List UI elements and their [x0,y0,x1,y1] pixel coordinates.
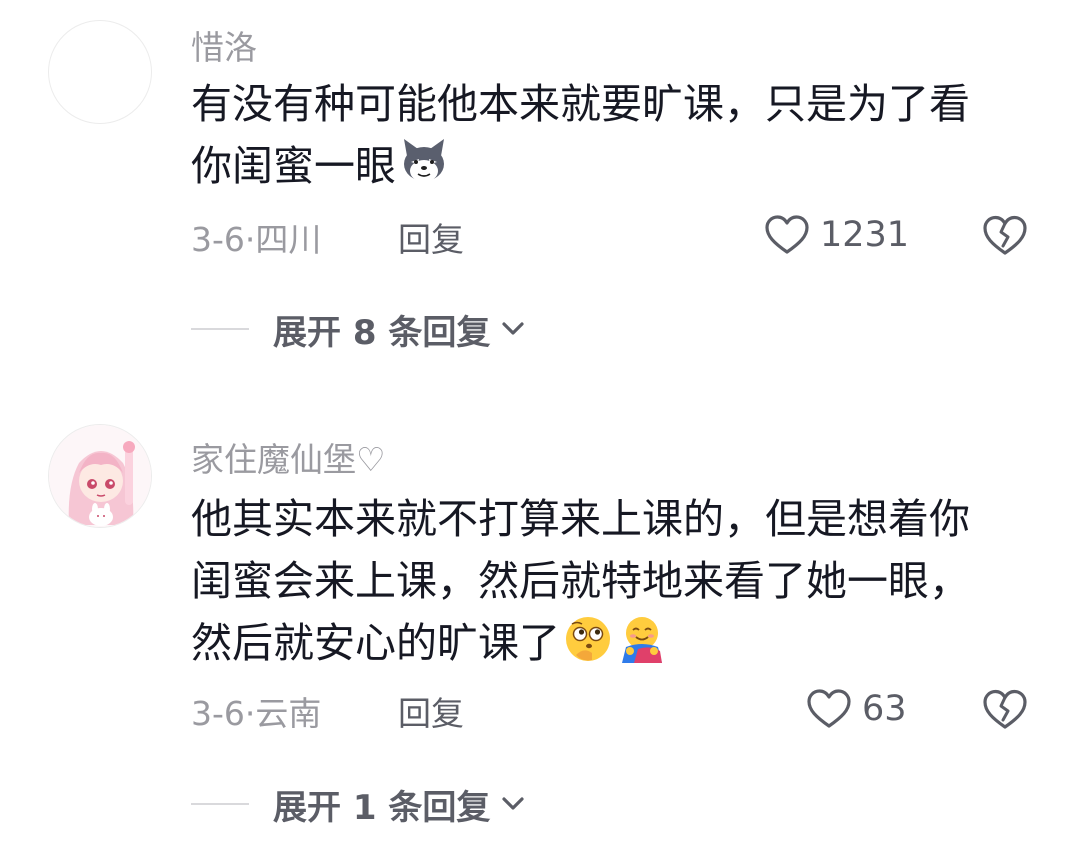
expand-replies-button[interactable]: 展开 1 条回复 [191,782,528,828]
divider-dash [191,328,249,330]
expand-replies-label: 展开 8 条回复 [273,312,491,353]
comment-item: 家住魔仙堡♡ 他其实本来就不打算来上课的，但是想着你 闺蜜会来上课，然后就特地来… [0,400,1080,848]
comment-text-line: 闺蜜会来上课，然后就特地来看了她一眼， [191,557,970,605]
username[interactable]: 家住魔仙堡♡ [191,433,386,481]
broken-heart-icon [983,689,1027,729]
like-button[interactable]: 63 [806,687,907,731]
avatar[interactable] [48,424,152,528]
broken-heart-icon [983,215,1027,255]
expand-replies-label: 展开 1 条回复 [273,787,491,828]
expand-replies-button[interactable]: 展开 8 条回复 [191,307,528,353]
username[interactable]: 惜洛 [191,21,257,69]
reply-button[interactable]: 回复 [398,687,464,735]
husky-emoji [404,139,444,182]
like-count: 63 [862,689,907,729]
comment-text-line: 你闺蜜一眼 [191,135,1041,197]
thinking-face-emoji [566,617,610,661]
comment-item: 惜洛 有没有种可能他本来就要旷课，只是为了看 你闺蜜一眼 3-6·四川 回复 1… [0,0,1080,400]
divider-dash [191,803,249,805]
anime-girl-avatar-image [49,425,151,527]
comment-date-location: 3-6·云南 [191,694,322,733]
chevron-down-icon [502,797,524,810]
dislike-button[interactable] [982,213,1028,257]
heart-outline-icon [765,215,809,254]
comment-text-line: 然后就安心的旷课了 [191,612,1041,674]
like-button[interactable]: 1231 [764,213,909,257]
avatar[interactable] [48,20,152,124]
chevron-down-icon [502,322,524,335]
comment-text: 有没有种可能他本来就要旷课，只是为了看 你闺蜜一眼 [191,73,1041,197]
heart-outline-icon [807,689,851,728]
comment-text: 他其实本来就不打算来上课的，但是想着你 闺蜜会来上课，然后就特地来看了她一眼， … [191,488,1041,674]
comment-text-line: 有没有种可能他本来就要旷课，只是为了看 [191,80,970,128]
dislike-button[interactable] [982,687,1028,731]
comment-date-location: 3-6·四川 [191,220,322,259]
reply-button[interactable]: 回复 [398,213,464,261]
like-count: 1231 [820,215,910,255]
comment-text-line: 他其实本来就不打算来上课的，但是想着你 [191,495,970,543]
hug-emoji [622,617,662,663]
